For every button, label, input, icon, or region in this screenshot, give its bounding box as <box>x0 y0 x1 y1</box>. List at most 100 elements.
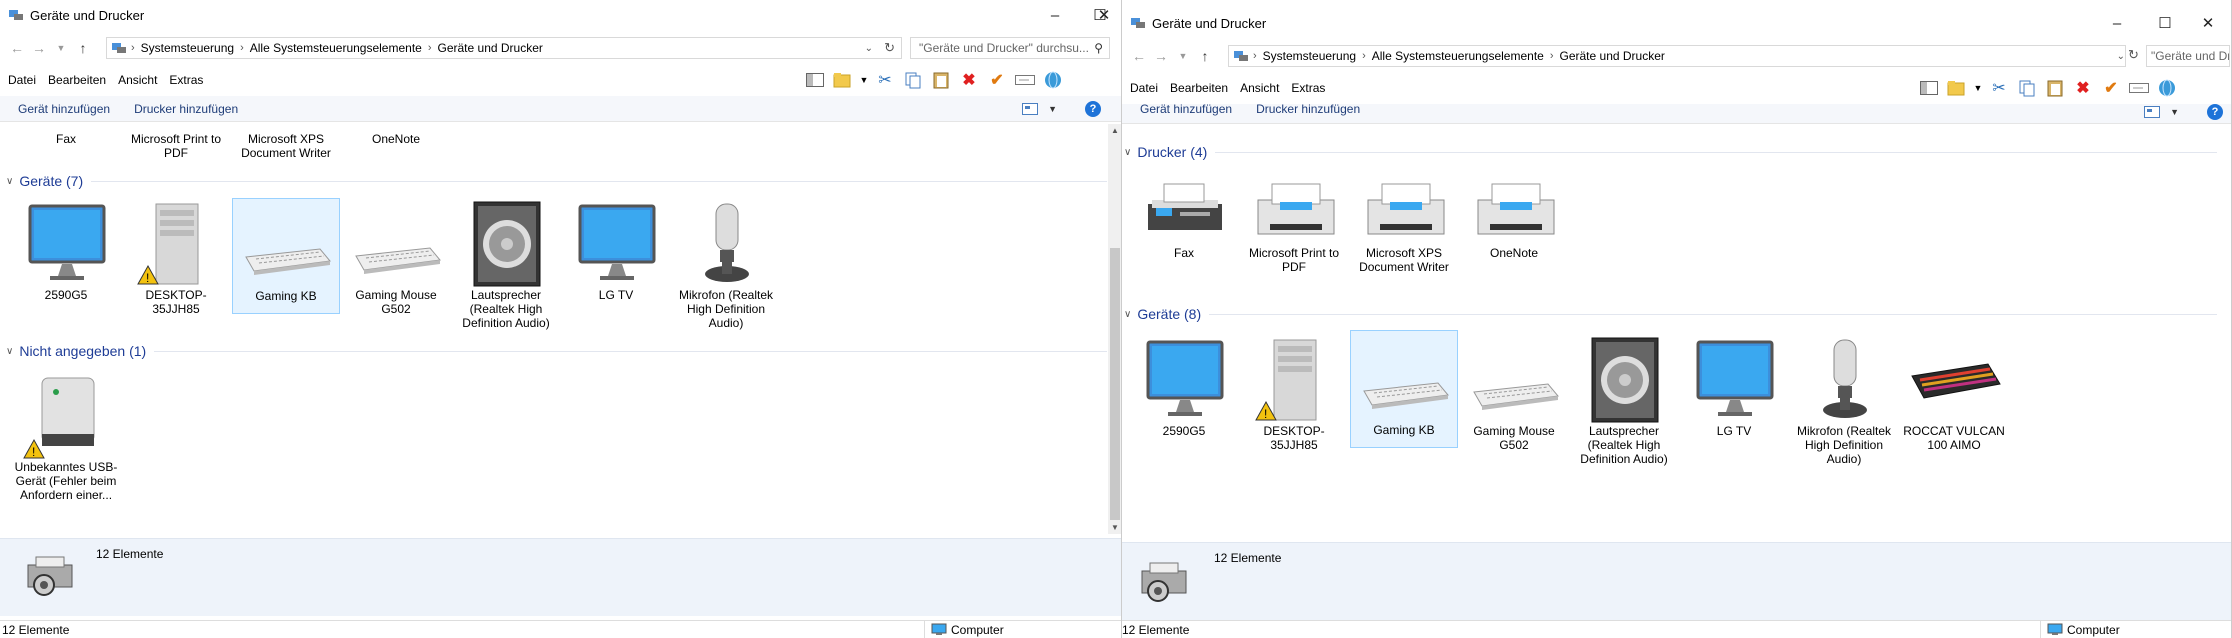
breadcrumb-geraete-drucker[interactable]: Geräte und Drucker <box>1560 49 1665 63</box>
delete-icon[interactable]: ✖ <box>958 69 980 91</box>
copy-icon[interactable] <box>2016 77 2038 99</box>
help-icon[interactable]: ? <box>1085 100 1101 117</box>
device-item-2590g5[interactable]: 2590G5 <box>12 200 120 302</box>
rename-icon[interactable] <box>1014 69 1036 91</box>
group-header-devices[interactable]: ∨ Geräte (8) <box>1124 304 2217 324</box>
cut-icon[interactable]: ✂ <box>1988 77 2010 99</box>
device-item-speaker[interactable]: Lautsprecher (Realtek High Definition Au… <box>452 200 560 330</box>
preview-pane-icon[interactable] <box>804 69 826 91</box>
maximize-button[interactable]: ☐ <box>2142 8 2188 38</box>
breadcrumb-alle-elemente[interactable]: Alle Systemsteuerungselemente <box>250 41 422 55</box>
globe-icon[interactable] <box>1042 69 1064 91</box>
vertical-scrollbar[interactable]: ▲ ▼ <box>1108 124 1121 534</box>
close-button[interactable]: ✕ <box>1086 0 1121 30</box>
collapse-chevron-icon[interactable]: ∨ <box>6 346 13 357</box>
device-item-lg-tv[interactable]: LG TV <box>1680 336 1788 438</box>
group-header-printers[interactable]: ∨ Drucker (4) <box>1124 142 2217 162</box>
add-device-button[interactable]: Gerät hinzufügen <box>18 102 110 116</box>
forward-button[interactable]: → <box>1150 45 1172 67</box>
menu-extras[interactable]: Extras <box>169 73 203 87</box>
rename-icon[interactable] <box>2128 77 2150 99</box>
device-item-gaming-kb[interactable]: Gaming KB <box>232 198 340 314</box>
printer-item-xps[interactable]: Microsoft XPS Document Writer <box>232 132 340 160</box>
menu-ansicht[interactable]: Ansicht <box>1240 81 1279 95</box>
device-item-gaming-mouse[interactable]: Gaming Mouse G502 <box>1460 336 1568 452</box>
recent-locations-button[interactable]: ▼ <box>50 37 72 59</box>
close-button[interactable]: ✕ <box>2188 8 2228 38</box>
menu-datei[interactable]: Datei <box>8 73 36 87</box>
search-input[interactable]: "Geräte und Drucker" durchsu... ⚲ <box>910 37 1110 59</box>
collapse-chevron-icon[interactable]: ∨ <box>6 176 13 187</box>
menu-bearbeiten[interactable]: Bearbeiten <box>48 73 106 87</box>
back-button[interactable]: ← <box>1128 45 1150 67</box>
group-header-unspecified[interactable]: ∨ Nicht angegeben (1) <box>6 341 1107 361</box>
printer-item-xps[interactable]: Microsoft XPS Document Writer <box>1350 176 1458 274</box>
properties-check-icon[interactable]: ✔ <box>986 69 1008 91</box>
recent-locations-button[interactable]: ▼ <box>1172 45 1194 67</box>
breadcrumb-alle-elemente[interactable]: Alle Systemsteuerungselemente <box>1372 49 1544 63</box>
dropdown-arrow-icon[interactable]: ▼ <box>1974 77 1983 99</box>
collapse-chevron-icon[interactable]: ∨ <box>1124 309 1131 320</box>
scrollbar-thumb[interactable] <box>1110 248 1120 520</box>
copy-icon[interactable] <box>902 69 924 91</box>
refresh-icon[interactable]: ↻ <box>2128 47 2139 63</box>
printer-item-fax[interactable]: Fax <box>1130 176 1238 260</box>
paste-icon[interactable] <box>930 69 952 91</box>
breadcrumb-systemsteuerung[interactable]: Systemsteuerung <box>141 41 234 55</box>
printer-item-print-to-pdf[interactable]: Microsoft Print to PDF <box>122 132 230 160</box>
device-item-lg-tv[interactable]: LG TV <box>562 200 670 302</box>
add-printer-button[interactable]: Drucker hinzufügen <box>134 102 238 116</box>
device-item-microphone[interactable]: Mikrofon (Realtek High Definition Audio) <box>1790 336 1898 466</box>
scroll-up-icon[interactable]: ▲ <box>1111 126 1119 135</box>
device-item-roccat-vulcan[interactable]: ROCCAT VULCAN 100 AIMO <box>1900 336 2008 452</box>
printer-item-onenote[interactable]: OneNote <box>342 132 450 146</box>
device-item-unknown-usb[interactable]: ! Unbekanntes USB-Gerät (Fehler beim Anf… <box>12 372 120 502</box>
search-input[interactable]: "Geräte und Drucker" durchsu... <box>2146 45 2230 67</box>
printer-item-onenote[interactable]: OneNote <box>1460 176 1568 260</box>
device-item-speaker[interactable]: Lautsprecher (Realtek High Definition Au… <box>1570 336 1678 466</box>
add-device-button[interactable]: Gerät hinzufügen <box>1140 102 1232 116</box>
breadcrumb-systemsteuerung[interactable]: Systemsteuerung <box>1263 49 1356 63</box>
device-item-microphone[interactable]: Mikrofon (Realtek High Definition Audio) <box>672 200 780 330</box>
address-dropdown-icon[interactable]: ⌄ <box>865 43 873 54</box>
preview-pane-icon[interactable] <box>1918 77 1940 99</box>
back-button[interactable]: ← <box>6 37 28 59</box>
device-item-gaming-kb[interactable]: Gaming KB <box>1350 330 1458 448</box>
folder-view-icon[interactable] <box>832 69 854 91</box>
view-dropdown-icon[interactable]: ▼ <box>1048 104 1057 114</box>
address-bar[interactable]: › Systemsteuerung › Alle Systemsteuerung… <box>106 37 902 59</box>
up-button[interactable]: ↑ <box>72 37 94 59</box>
paste-icon[interactable] <box>2044 77 2066 99</box>
properties-check-icon[interactable]: ✔ <box>2100 77 2122 99</box>
up-button[interactable]: ↑ <box>1194 45 1216 67</box>
collapse-chevron-icon[interactable]: ∨ <box>1124 147 1131 158</box>
address-dropdown-icon[interactable]: ⌄ <box>2117 51 2125 62</box>
delete-icon[interactable]: ✖ <box>2072 77 2094 99</box>
menu-bearbeiten[interactable]: Bearbeiten <box>1170 81 1228 95</box>
group-header-devices[interactable]: ∨ Geräte (7) <box>6 171 1107 191</box>
minimize-button[interactable]: – <box>2094 8 2140 38</box>
scroll-down-icon[interactable]: ▼ <box>1111 523 1119 532</box>
device-item-2590g5[interactable]: 2590G5 <box>1130 336 1238 438</box>
menu-extras[interactable]: Extras <box>1291 81 1325 95</box>
printer-item-fax[interactable]: Fax <box>12 132 120 146</box>
breadcrumb-geraete-drucker[interactable]: Geräte und Drucker <box>438 41 543 55</box>
forward-button[interactable]: → <box>28 37 50 59</box>
address-bar[interactable]: › Systemsteuerung › Alle Systemsteuerung… <box>1228 45 2126 67</box>
globe-icon[interactable] <box>2156 77 2178 99</box>
dropdown-arrow-icon[interactable]: ▼ <box>860 69 869 91</box>
device-item-gaming-mouse[interactable]: Gaming Mouse G502 <box>342 200 450 316</box>
view-options-icon[interactable] <box>2144 106 2161 118</box>
title-bar[interactable]: Geräte und Drucker <box>0 0 1121 30</box>
help-icon[interactable]: ? <box>2207 104 2223 120</box>
add-printer-button[interactable]: Drucker hinzufügen <box>1256 102 1360 116</box>
device-item-desktop[interactable]: ! DESKTOP-35JJH85 <box>122 200 230 316</box>
cut-icon[interactable]: ✂ <box>874 69 896 91</box>
minimize-button[interactable]: – <box>1032 0 1078 30</box>
title-bar[interactable]: Geräte und Drucker <box>1122 8 2231 38</box>
menu-datei[interactable]: Datei <box>1130 81 1158 95</box>
printer-item-print-to-pdf[interactable]: Microsoft Print to PDF <box>1240 176 1348 274</box>
device-item-desktop[interactable]: ! DESKTOP-35JJH85 <box>1240 336 1348 452</box>
menu-ansicht[interactable]: Ansicht <box>118 73 157 87</box>
view-options-icon[interactable] <box>1022 102 1039 115</box>
